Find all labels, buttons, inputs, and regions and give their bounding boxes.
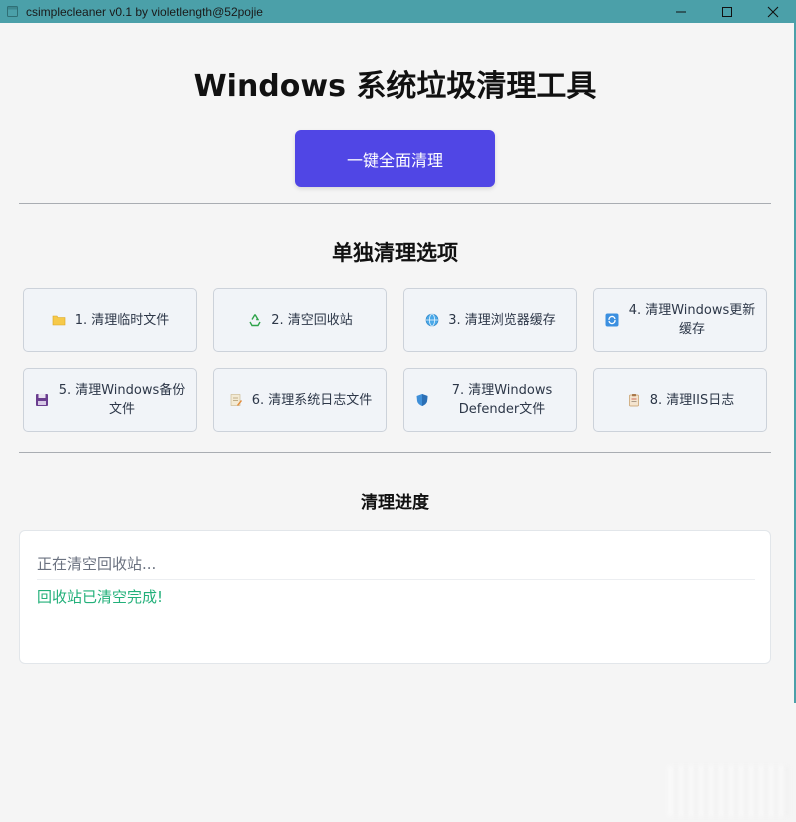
divider [19, 203, 771, 204]
log-separator [37, 579, 755, 580]
window-controls [658, 0, 796, 23]
clean-windows-defender-button[interactable]: 7. 清理Windows Defender文件 [403, 368, 577, 432]
globe-icon [424, 312, 440, 328]
clean-windows-update-cache-button[interactable]: 4. 清理Windows更新缓存 [593, 288, 767, 352]
clean-system-logs-button[interactable]: 6. 清理系统日志文件 [213, 368, 387, 432]
clean-temp-files-button[interactable]: 1. 清理临时文件 [23, 288, 197, 352]
divider [19, 452, 771, 453]
log-line: 正在清空回收站... [37, 555, 157, 573]
clean-iis-logs-button[interactable]: 8. 清理IIS日志 [593, 368, 767, 432]
option-label: 8. 清理IIS日志 [649, 392, 735, 408]
option-label: 5. 清理Windows备份文件 [58, 383, 186, 417]
options-section-title: 单独清理选项 [332, 241, 458, 265]
option-label: 7. 清理Windows Defender文件 [451, 383, 553, 417]
clipboard-icon [626, 392, 642, 408]
minimize-icon [676, 11, 686, 12]
close-button[interactable] [750, 0, 796, 23]
clean-browser-cache-button[interactable]: 3. 清理浏览器缓存 [403, 288, 577, 352]
window-titlebar[interactable]: csimplecleaner v0.1 by violetlength@52po… [0, 0, 796, 23]
recycle-icon [247, 312, 263, 328]
progress-log: 正在清空回收站... 回收站已清空完成! [19, 530, 771, 664]
shield-icon [414, 392, 430, 408]
option-label: 4. 清理Windows更新缓存 [628, 303, 756, 337]
minimize-button[interactable] [658, 0, 704, 23]
clean-all-button[interactable]: 一键全面清理 [295, 130, 495, 187]
refresh-icon [604, 312, 620, 328]
empty-recycle-bin-button[interactable]: 2. 清空回收站 [213, 288, 387, 352]
maximize-button[interactable] [704, 0, 750, 23]
folder-icon [51, 312, 67, 328]
page-title: Windows 系统垃圾清理工具 [193, 69, 597, 104]
progress-section-title: 清理进度 [361, 493, 429, 513]
close-icon [767, 6, 779, 17]
option-label: 2. 清空回收站 [271, 312, 353, 328]
window-content: Windows 系统垃圾清理工具 一键全面清理 单独清理选项 1. 清理临时文件… [0, 23, 796, 822]
option-label: 3. 清理浏览器缓存 [448, 312, 556, 328]
log-line-success: 回收站已清空完成! [37, 588, 164, 606]
memo-icon [228, 392, 244, 408]
option-label: 6. 清理系统日志文件 [251, 392, 373, 408]
clean-windows-backup-button[interactable]: 5. 清理Windows备份文件 [23, 368, 197, 432]
blurred-overlay [668, 766, 788, 816]
floppy-icon [34, 392, 50, 408]
app-icon [4, 4, 20, 20]
maximize-icon [722, 6, 732, 17]
option-label: 1. 清理临时文件 [74, 312, 170, 328]
window-title: csimplecleaner v0.1 by violetlength@52po… [26, 4, 263, 19]
